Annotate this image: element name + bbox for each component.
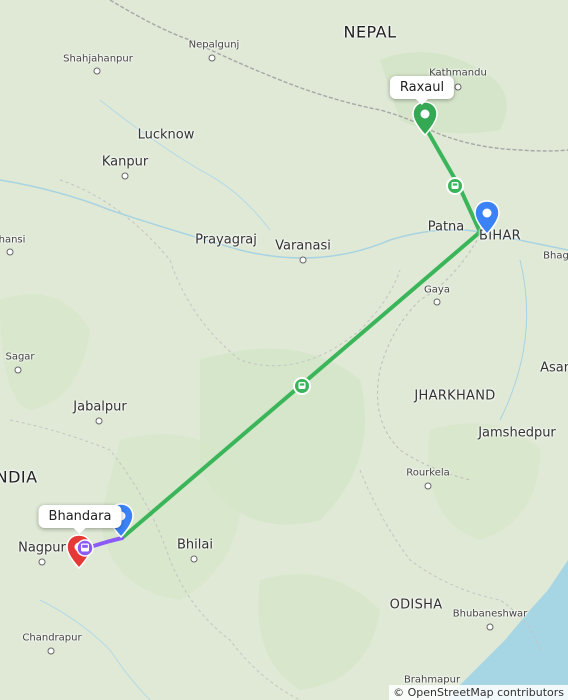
- city-dot: [299, 256, 307, 264]
- train-icon: [446, 177, 464, 195]
- city-dot: [93, 67, 101, 75]
- city-dot: [47, 647, 55, 655]
- city-dot: [424, 482, 432, 490]
- city-dot: [190, 555, 198, 563]
- city-dot: [121, 172, 129, 180]
- city-dot: [38, 558, 46, 566]
- raxaul-callout[interactable]: Raxaul: [389, 76, 455, 105]
- bus-icon: [76, 539, 94, 557]
- bihar-waypoint-pin-icon[interactable]: [474, 200, 500, 236]
- city-dot: [486, 623, 494, 631]
- raxaul-pin-icon[interactable]: [412, 101, 438, 137]
- city-dot: [208, 54, 216, 62]
- map-base-layer: [0, 0, 568, 700]
- city-dot: [14, 366, 22, 374]
- city-dot: [433, 298, 441, 306]
- bhandara-callout[interactable]: Bhandara: [38, 505, 122, 534]
- city-dot: [95, 417, 103, 425]
- train-icon: [293, 377, 311, 395]
- city-dot: [6, 248, 14, 256]
- map-attribution[interactable]: © OpenStreetMap contributors: [389, 685, 568, 700]
- map-canvas[interactable]: NEPAL INDIA BIHAR JHARKHAND ODISHA Kathm…: [0, 0, 568, 700]
- city-dot: [454, 83, 462, 91]
